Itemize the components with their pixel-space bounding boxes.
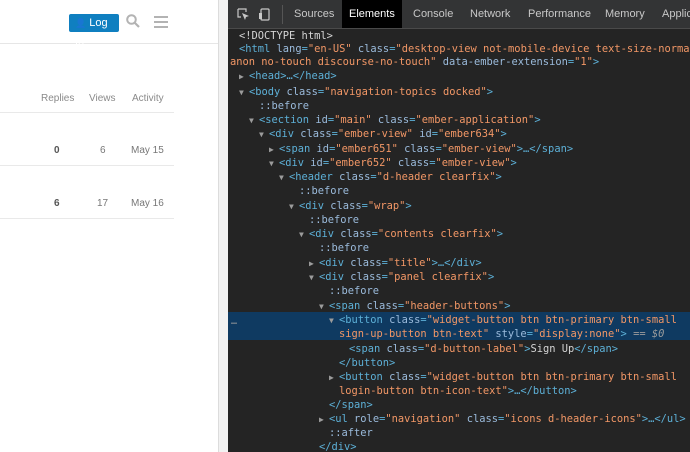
- user-icon: 👤: [75, 18, 87, 28]
- divider: [0, 165, 174, 166]
- site-header: 👤 Log In: [0, 0, 218, 47]
- dom-node[interactable]: ▼ <div class="contents clearfix">: [299, 228, 503, 241]
- column-header-activity[interactable]: Activity: [132, 93, 164, 104]
- dom-node[interactable]: login-button btn-icon-text">…</button>: [339, 385, 577, 398]
- dom-node[interactable]: </span>: [329, 399, 373, 412]
- dom-node[interactable]: ▶ <span id="ember651" class="ember-view">…: [269, 143, 573, 156]
- forum-page: 👤 Log In Replies Views Activity 0 6 May 1…: [0, 0, 218, 452]
- dom-node[interactable]: </div>: [319, 441, 357, 452]
- tab-console[interactable]: Console: [413, 0, 453, 28]
- pseudo-before[interactable]: ::before: [299, 185, 349, 198]
- inspect-element-icon[interactable]: [237, 8, 250, 21]
- panel-resize-handle[interactable]: [218, 0, 228, 452]
- pseudo-before[interactable]: ::before: [329, 285, 379, 298]
- dom-node[interactable]: ▼ <section id="main" class="ember-applica…: [249, 114, 541, 127]
- dom-node[interactable]: </button>: [339, 357, 395, 370]
- column-header-views[interactable]: Views: [89, 93, 116, 104]
- divider: [0, 218, 174, 219]
- tab-application[interactable]: Applic: [662, 0, 690, 28]
- devtools-tab-bar: Sources Elements Console Network Perform…: [228, 0, 690, 29]
- hamburger-menu-icon[interactable]: [154, 16, 168, 28]
- dom-node[interactable]: ▶ <ul role="navigation" class="icons d-he…: [319, 413, 686, 426]
- dom-node-selected[interactable]: ▼ <button class="widget-button btn btn-pr…: [329, 314, 677, 327]
- tab-performance[interactable]: Performance: [528, 0, 591, 28]
- dom-node[interactable]: ▼ <div class="panel clearfix">: [309, 271, 494, 284]
- search-icon[interactable]: [126, 14, 140, 28]
- divider: [0, 112, 174, 113]
- tab-elements[interactable]: Elements: [342, 0, 402, 28]
- dom-node[interactable]: <html lang="en-US" class="desktop-view n…: [239, 43, 690, 56]
- dom-node[interactable]: ▼ <div class="wrap">: [289, 200, 412, 213]
- views-count: 17: [97, 198, 109, 209]
- replies-count: 0: [54, 145, 60, 156]
- dom-node[interactable]: <span class="d-button-label">Sign Up</sp…: [349, 343, 618, 356]
- dom-node[interactable]: ▼ <div class="ember-view" id="ember634">: [259, 128, 507, 141]
- dom-node[interactable]: ▼ <div id="ember652" class="ember-view">: [269, 157, 517, 170]
- dom-node-selected[interactable]: sign-up-button btn-text" style="display:…: [339, 328, 664, 341]
- dom-node[interactable]: ▶ <button class="widget-button btn btn-pr…: [329, 371, 677, 384]
- dom-node[interactable]: ▼ <header class="d-header clearfix">: [279, 171, 502, 184]
- dom-node[interactable]: ▶ <div class="title">…</div>: [309, 257, 482, 270]
- dom-node[interactable]: anon no-touch discourse-no-touch" data-e…: [230, 56, 599, 69]
- views-count: 6: [100, 145, 106, 156]
- login-button[interactable]: 👤 Log In: [69, 14, 119, 47]
- replies-count: 6: [54, 198, 60, 209]
- activity-date[interactable]: May 15: [131, 145, 164, 156]
- devtools-panel: Sources Elements Console Network Perform…: [228, 0, 690, 452]
- tab-memory[interactable]: Memory: [605, 0, 645, 28]
- node-actions-ellipsis[interactable]: …: [231, 316, 237, 327]
- dom-node-body[interactable]: ▼ <body class="navigation-topics docked">: [239, 86, 493, 99]
- pseudo-before[interactable]: ::before: [259, 100, 309, 113]
- toolbar-separator: [282, 5, 283, 24]
- dom-node[interactable]: ▼ <span class="header-buttons">: [319, 300, 510, 313]
- pseudo-before[interactable]: ::before: [309, 214, 359, 227]
- pseudo-after[interactable]: ::after: [329, 427, 373, 440]
- dom-node[interactable]: <!DOCTYPE html>: [239, 30, 333, 43]
- column-header-replies[interactable]: Replies: [41, 93, 74, 104]
- activity-date[interactable]: May 16: [131, 198, 164, 209]
- pseudo-before[interactable]: ::before: [319, 242, 369, 255]
- tab-sources[interactable]: Sources: [294, 0, 334, 28]
- device-toolbar-icon[interactable]: [258, 8, 271, 21]
- dom-node-head[interactable]: ▶ <head>…</head>: [239, 70, 337, 83]
- tab-network[interactable]: Network: [470, 0, 510, 28]
